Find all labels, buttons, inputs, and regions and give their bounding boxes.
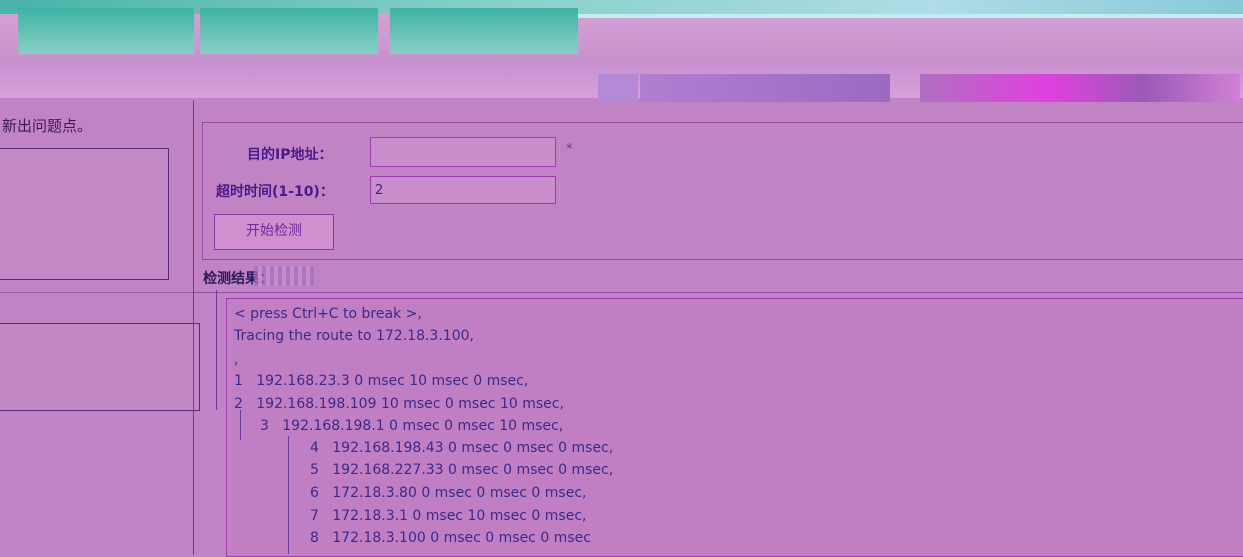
result-output-line: 3 192.168.198.1 0 msec 0 msec 10 msec,	[260, 418, 564, 434]
tree-line	[288, 436, 289, 554]
result-output-line: 5 192.168.227.33 0 msec 0 msec 0 msec,	[310, 462, 614, 478]
start-detect-button[interactable]: 开始检测	[214, 214, 334, 250]
required-mark: *	[566, 142, 573, 157]
sub-header-decoration	[640, 74, 890, 102]
left-panel-box	[0, 148, 169, 280]
ip-input[interactable]	[370, 137, 556, 167]
trace-form-panel	[202, 122, 1243, 260]
timeout-input[interactable]	[370, 176, 556, 204]
result-label-decoration	[254, 266, 314, 286]
timeout-label: 超时时间(1-10)：	[216, 184, 334, 200]
left-notice-text: 新出问题点。	[2, 117, 93, 135]
tree-line	[216, 290, 217, 410]
divider	[0, 292, 199, 293]
result-output-line: 7 172.18.3.1 0 msec 10 msec 0 msec,	[310, 508, 587, 524]
result-output-line: 2 192.168.198.109 10 msec 0 msec 10 msec…	[234, 396, 564, 412]
result-output-line: 8 172.18.3.100 0 msec 0 msec 0 msec	[310, 530, 591, 546]
nav-tab-3[interactable]	[390, 8, 578, 54]
result-output-line: 4 192.168.198.43 0 msec 0 msec 0 msec,	[310, 440, 614, 456]
left-panel-box-2	[0, 323, 200, 411]
nav-tab-2[interactable]	[200, 8, 378, 54]
result-output-line: ,	[234, 352, 239, 368]
nav-tab-1[interactable]	[18, 8, 194, 54]
result-output-line: < press Ctrl+C to break >,	[234, 306, 422, 322]
sub-header-decoration	[920, 74, 1240, 102]
tree-line	[240, 410, 241, 440]
divider	[194, 292, 1243, 293]
result-output-line: 1 192.168.23.3 0 msec 10 msec 0 msec,	[234, 373, 529, 389]
result-output-line: Tracing the route to 172.18.3.100,	[234, 328, 474, 344]
result-output-line: 6 172.18.3.80 0 msec 0 msec 0 msec,	[310, 485, 587, 501]
sub-header-decoration	[598, 74, 638, 102]
ip-label: 目的IP地址：	[247, 147, 333, 163]
banner-line	[548, 14, 1243, 18]
column-divider	[193, 100, 194, 555]
